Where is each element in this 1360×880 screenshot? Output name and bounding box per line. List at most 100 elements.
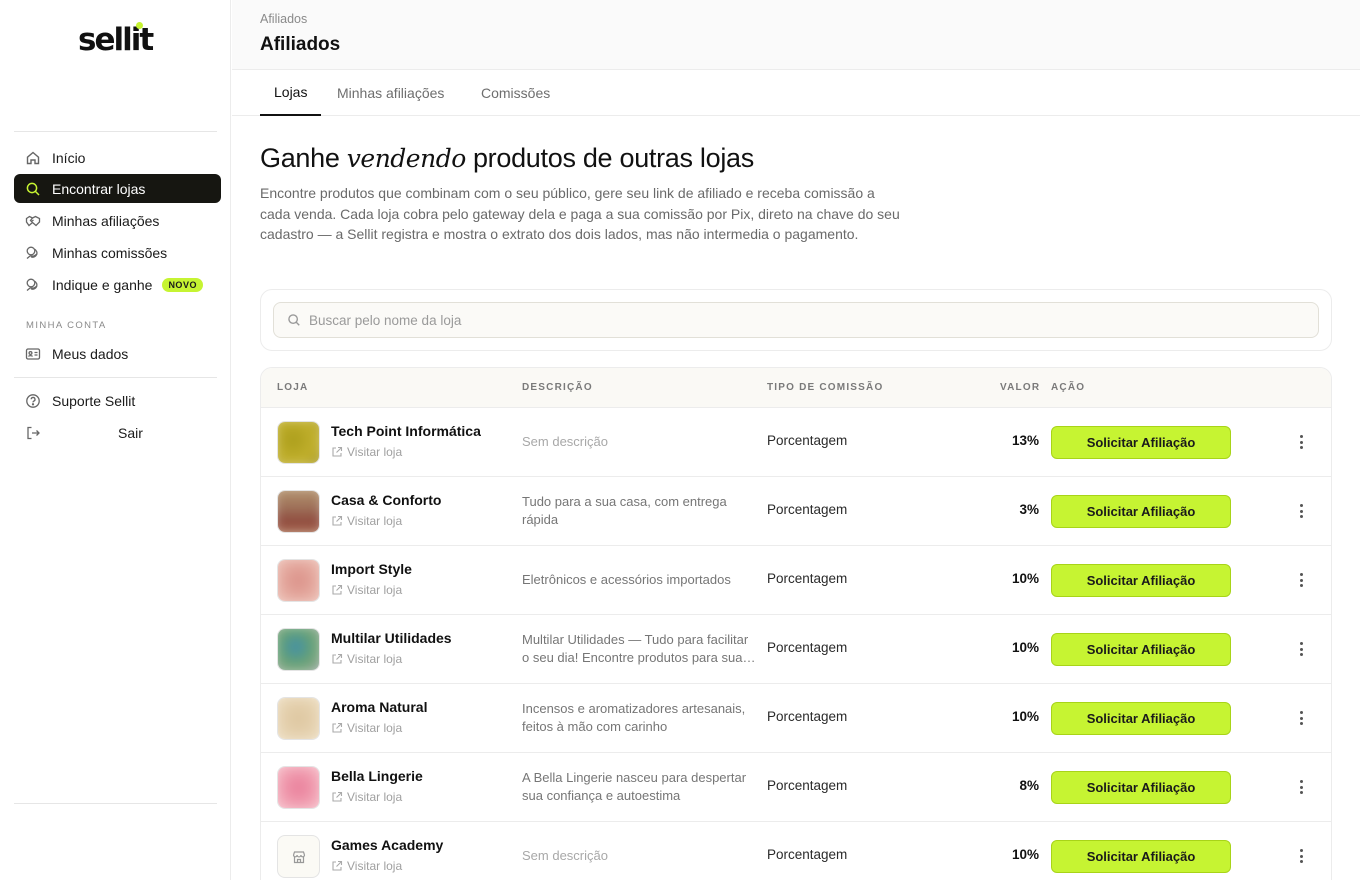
page-header: Afiliados Afiliados [232, 0, 1360, 70]
store-description: Eletrônicos e acessórios importados [522, 572, 731, 587]
column-header-tipo-comissao: TIPO DE COMISSÃO [767, 382, 884, 393]
commission-value: 10% [1011, 847, 1039, 862]
commission-type: Porcentagem [767, 502, 848, 517]
visit-store-link[interactable]: Visitar loja [331, 652, 402, 666]
table-row: Import Style Visitar loja Eletrônicos e … [261, 546, 1331, 615]
visit-label: Visitar loja [347, 859, 403, 873]
hero-description: Encontre produtos que combinam com o seu… [260, 185, 900, 242]
table-row: Casa & Conforto Visitar loja Tudo para a… [261, 477, 1331, 546]
logout-button[interactable]: Sair [14, 418, 221, 447]
nav-item-suporte[interactable]: Suporte Sellit [14, 386, 221, 415]
store-logo [277, 697, 320, 740]
commission-type: Porcentagem [767, 433, 848, 448]
nav-item-encontrar-lojas[interactable]: Encontrar lojas [14, 174, 221, 203]
visit-label: Visitar loja [347, 445, 403, 459]
visit-store-link[interactable]: Visitar loja [331, 445, 402, 459]
store-description: Multilar Utilidades — Tudo para facilita… [522, 632, 749, 665]
nav-label: Sair [118, 424, 143, 441]
nav-item-meus-dados[interactable]: Meus dados [14, 339, 221, 368]
store-logo [277, 766, 320, 809]
sidebar-divider [14, 377, 217, 378]
nav-label: Meus dados [52, 345, 129, 362]
request-affiliation-button[interactable]: Solicitar Afiliação [1051, 840, 1231, 873]
more-options-icon[interactable] [1291, 570, 1311, 590]
nav-label: Indique e ganhe [52, 276, 153, 293]
table-row: Bella Lingerie Visitar loja A Bella Ling… [261, 753, 1331, 822]
table-row: Multilar Utilidades Visitar loja Multila… [261, 615, 1331, 684]
commission-type: Porcentagem [767, 847, 848, 862]
store-description: Sem descrição [522, 434, 608, 449]
sidebar-divider [14, 131, 217, 132]
nav-item-minhas-comissoes[interactable]: Minhas comissões [14, 238, 221, 267]
store-name: Games Academy [331, 837, 444, 853]
commission-value: 10% [1011, 640, 1039, 655]
store-logo [277, 628, 320, 671]
visit-store-link[interactable]: Visitar loja [331, 583, 402, 597]
search-box[interactable] [273, 302, 1319, 338]
visit-store-link[interactable]: Visitar loja [331, 721, 402, 735]
request-affiliation-button[interactable]: Solicitar Afiliação [1051, 702, 1231, 735]
commission-value: 10% [1011, 571, 1039, 586]
commission-type: Porcentagem [767, 778, 848, 793]
tab-lojas[interactable]: Lojas [260, 70, 322, 116]
more-options-icon[interactable] [1291, 708, 1311, 728]
nav-label: Encontrar lojas [52, 180, 146, 197]
page-title: Afiliados [260, 34, 341, 55]
visit-label: Visitar loja [347, 790, 403, 804]
external-link-icon [331, 584, 343, 596]
id-card-icon [25, 346, 41, 362]
store-description: A Bella Lingerie nasceu para despertar s… [522, 770, 747, 803]
visit-label: Visitar loja [347, 514, 403, 528]
more-options-icon[interactable] [1291, 777, 1311, 797]
visit-label: Visitar loja [347, 583, 403, 597]
request-affiliation-button[interactable]: Solicitar Afiliação [1051, 771, 1231, 804]
commission-type: Porcentagem [767, 709, 848, 724]
nav-item-inicio[interactable]: Início [14, 143, 221, 172]
table-header: LOJA DESCRIÇÃO TIPO DE COMISSÃO VALOR AÇ… [261, 368, 1331, 408]
visit-store-link[interactable]: Visitar loja [331, 790, 402, 804]
request-affiliation-button[interactable]: Solicitar Afiliação [1051, 495, 1231, 528]
gift-icon [25, 277, 41, 293]
nav-item-indique-e-ganhe[interactable]: Indique e ganhe NOVO [14, 270, 221, 299]
request-affiliation-button[interactable]: Solicitar Afiliação [1051, 426, 1231, 459]
tab-comissoes[interactable]: Comissões [481, 70, 550, 116]
search-card [260, 289, 1332, 351]
store-name: Import Style [331, 561, 412, 577]
nav-item-minhas-afiliacoes[interactable]: Minhas afiliações [14, 206, 221, 235]
store-name: Multilar Utilidades [331, 630, 452, 646]
store-description: Incensos e aromatizadores artesanais, fe… [522, 701, 746, 734]
nav-label: Suporte Sellit [52, 392, 136, 409]
more-options-icon[interactable] [1291, 501, 1311, 521]
store-name: Aroma Natural [331, 699, 428, 715]
store-icon [291, 849, 307, 865]
column-header-acao: AÇÃO [1051, 382, 1086, 393]
commission-type: Porcentagem [767, 640, 848, 655]
section-label-minha-conta: MINHA CONTA [26, 320, 107, 331]
search-icon [287, 313, 301, 327]
request-affiliation-button[interactable]: Solicitar Afiliação [1051, 564, 1231, 597]
more-options-icon[interactable] [1291, 846, 1311, 866]
table-row: Tech Point Informática Visitar loja Sem … [261, 408, 1331, 477]
sellit-logo[interactable]: sellit [78, 22, 154, 58]
commission-type: Porcentagem [767, 571, 848, 586]
new-badge: NOVO [162, 277, 203, 292]
store-logo [277, 421, 320, 464]
logout-icon [25, 425, 41, 441]
search-input[interactable] [309, 312, 1289, 328]
visit-label: Visitar loja [347, 721, 403, 735]
tab-minhas-afiliacoes[interactable]: Minhas afiliações [337, 70, 444, 116]
table-row: Games Academy Visitar loja Sem descrição… [261, 822, 1331, 880]
commission-value: 3% [1019, 502, 1039, 517]
logo-dot [136, 22, 143, 29]
store-name: Casa & Conforto [331, 492, 442, 508]
hero-title-start: Ganhe [260, 143, 347, 173]
visit-store-link[interactable]: Visitar loja [331, 859, 402, 873]
commission-value: 13% [1011, 433, 1039, 448]
breadcrumb[interactable]: Afiliados [260, 12, 307, 26]
request-affiliation-button[interactable]: Solicitar Afiliação [1051, 633, 1231, 666]
more-options-icon[interactable] [1291, 432, 1311, 452]
hero-title: Ganhe vendendo produtos de outras lojas [260, 143, 754, 174]
external-link-icon [331, 722, 343, 734]
more-options-icon[interactable] [1291, 639, 1311, 659]
visit-store-link[interactable]: Visitar loja [331, 514, 402, 528]
